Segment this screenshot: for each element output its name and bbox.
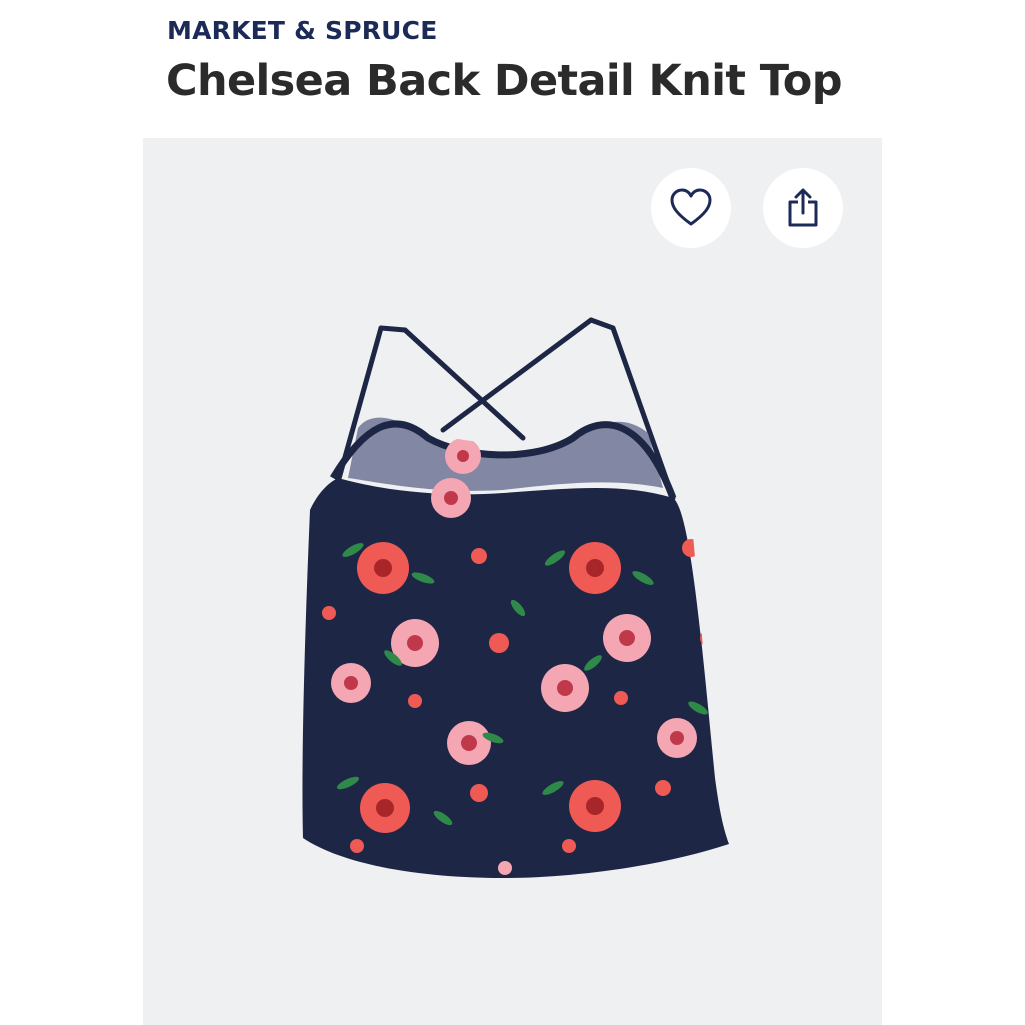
brand-name[interactable]: MARKET & SPRUCE: [167, 16, 438, 45]
heart-icon: [669, 188, 713, 228]
product-image: [302, 317, 729, 878]
share-button[interactable]: [763, 168, 843, 248]
product-title: Chelsea Back Detail Knit Top: [166, 56, 842, 106]
product-page: MARKET & SPRUCE Chelsea Back Detail Knit…: [0, 0, 1025, 1025]
favorite-button[interactable]: [651, 168, 731, 248]
share-icon: [785, 188, 821, 228]
product-image-panel: [143, 138, 882, 1025]
